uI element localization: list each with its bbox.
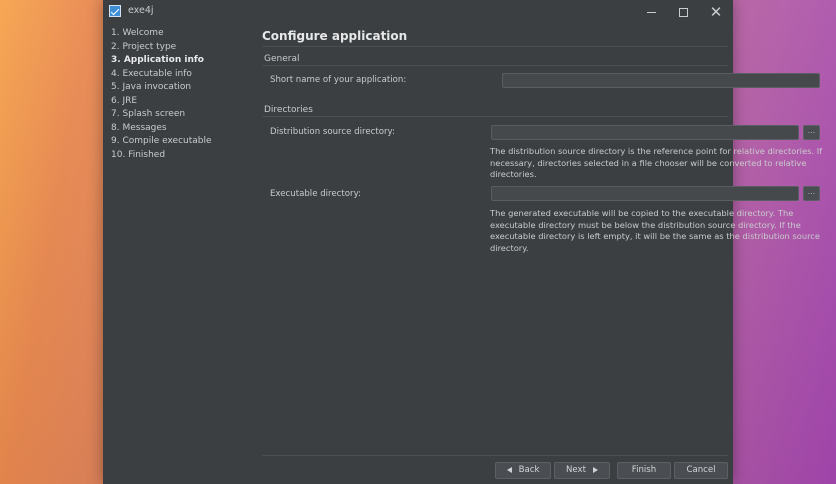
executable-directory-help: The generated executable will be copied … — [490, 208, 820, 253]
short-name-label: Short name of your application: — [270, 75, 407, 85]
executable-browse-button[interactable]: ... — [803, 186, 820, 201]
footer-divider — [262, 455, 728, 456]
step-project-type[interactable]: 2. Project type — [111, 42, 176, 52]
distribution-source-directory-input[interactable] — [491, 125, 799, 140]
step-splash-screen[interactable]: 7. Splash screen — [111, 109, 185, 119]
minimize-button[interactable] — [636, 2, 666, 22]
step-jre[interactable]: 6. JRE — [111, 96, 137, 106]
executable-directory-label: Executable directory: — [270, 189, 361, 199]
step-executable-info[interactable]: 4. Executable info — [111, 69, 192, 79]
general-section-heading: General — [264, 54, 300, 64]
distribution-browse-button[interactable]: ... — [803, 125, 820, 140]
title-divider — [262, 46, 728, 47]
arrow-left-icon — [506, 466, 512, 473]
step-welcome[interactable]: 1. Welcome — [111, 28, 164, 38]
close-button[interactable]: ✕ — [701, 2, 731, 22]
page-title: Configure application — [262, 29, 408, 43]
distribution-source-directory-help: The distribution source directory is the… — [490, 146, 823, 179]
close-icon: ✕ — [709, 3, 723, 21]
wizard-steps-sidebar: 1. Welcome 2. Project type 3. Applicatio… — [103, 24, 253, 484]
maximize-icon — [678, 7, 688, 17]
window-title: exe4j — [128, 5, 154, 16]
step-finished[interactable]: 10. Finished — [111, 150, 165, 160]
distribution-source-directory-label: Distribution source directory: — [270, 127, 395, 137]
directories-section-divider — [262, 116, 728, 117]
ellipsis-icon: ... — [807, 126, 816, 135]
back-button[interactable]: Back — [495, 462, 551, 479]
step-java-invocation[interactable]: 5. Java invocation — [111, 82, 191, 92]
step-application-info[interactable]: 3. Application info — [111, 55, 204, 65]
directories-section-heading: Directories — [264, 105, 313, 115]
title-bar[interactable]: exe4j ✕ — [103, 0, 733, 24]
main-panel: Configure application General Short name… — [253, 24, 822, 484]
step-messages[interactable]: 8. Messages — [111, 123, 167, 133]
arrow-right-icon — [593, 466, 599, 473]
next-button[interactable]: Next — [554, 462, 610, 479]
minimize-icon — [646, 11, 656, 13]
finish-button[interactable]: Finish — [617, 462, 671, 479]
ellipsis-icon: ... — [807, 187, 816, 196]
exe4j-app-icon — [109, 5, 121, 17]
step-compile-executable[interactable]: 9. Compile executable — [111, 136, 212, 146]
maximize-button[interactable] — [668, 2, 698, 22]
executable-directory-input[interactable] — [491, 186, 799, 201]
general-section-divider — [262, 65, 728, 66]
cancel-button[interactable]: Cancel — [674, 462, 728, 479]
exe4j-window: exe4j ✕ 1. Welcome 2. Project type 3. Ap… — [103, 0, 822, 484]
short-name-input[interactable] — [502, 73, 820, 88]
